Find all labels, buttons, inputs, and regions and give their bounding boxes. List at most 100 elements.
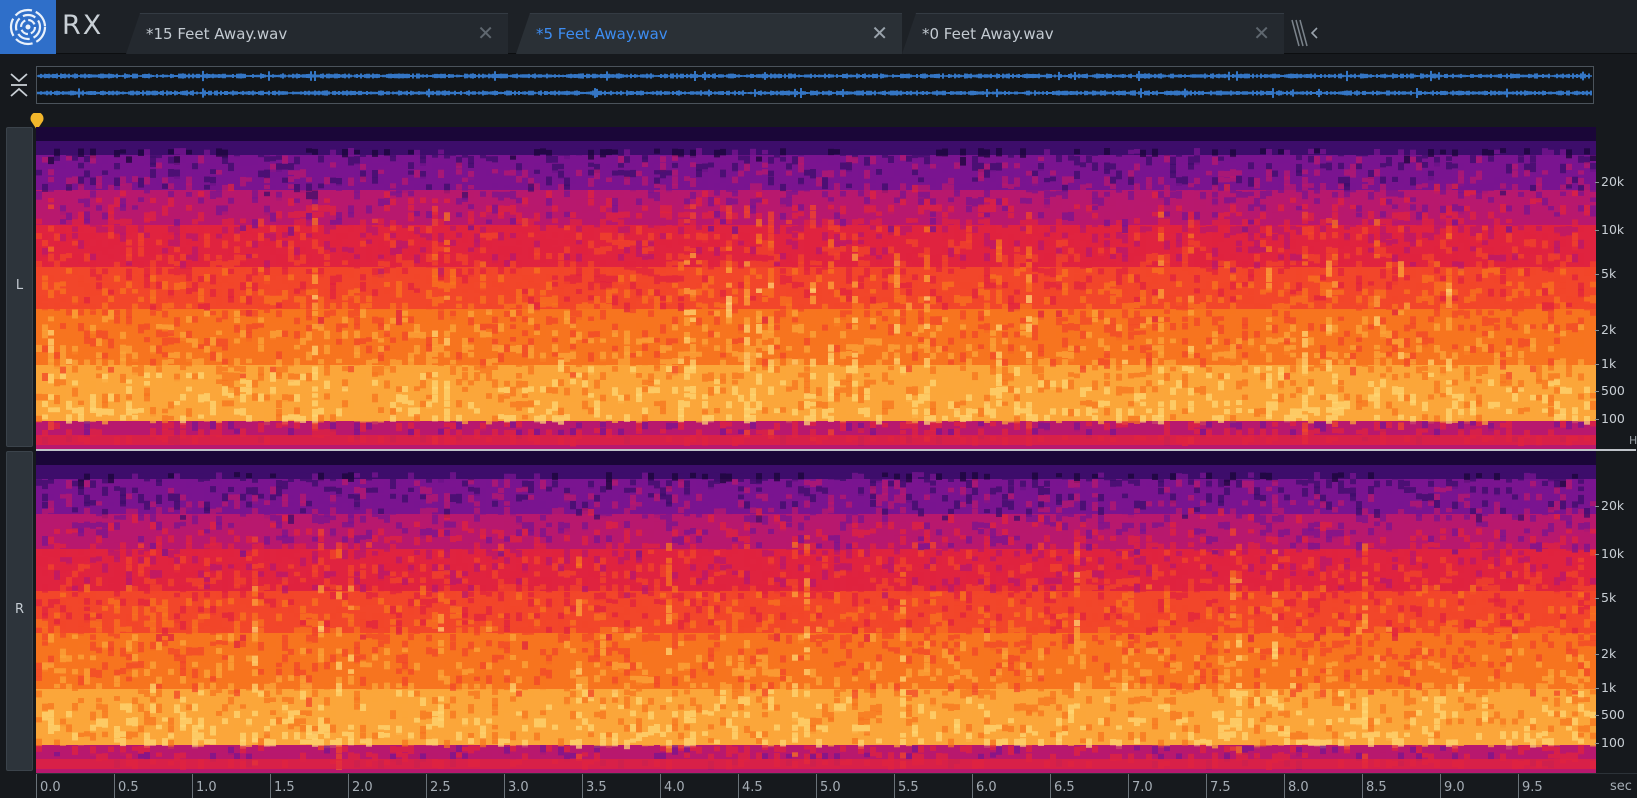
tab-5-feet-away[interactable]: *5 Feet Away.wav ✕ <box>516 13 902 54</box>
tab-0-feet-away[interactable]: *0 Feet Away.wav ✕ <box>902 13 1284 54</box>
spectrogram-cell <box>612 212 618 222</box>
spectrogram-cell <box>732 338 738 344</box>
spectrogram-cell <box>1224 288 1230 296</box>
spectrogram-cell <box>660 184 666 195</box>
tab-overflow-icon[interactable] <box>1290 18 1320 48</box>
spectrogram-cell <box>534 330 540 335</box>
spectrogram-cell <box>186 338 192 343</box>
spectrogram-cell <box>1224 309 1230 317</box>
spectrogram-cell <box>462 260 468 266</box>
spectrogram-cell <box>462 212 468 220</box>
spectrogram-cell <box>1026 163 1032 169</box>
spectrogram-cell <box>72 380 78 386</box>
spectrogram-cell <box>660 400 666 410</box>
spectrogram-cell <box>348 156 354 166</box>
spectrogram-cell <box>54 395 60 405</box>
spectrogram-cell <box>1044 358 1050 366</box>
spectrogram-cell <box>366 337 372 342</box>
spectrogram-cell <box>1068 379 1074 390</box>
spectrogram-cell <box>1092 345 1098 354</box>
spectrogram-cell <box>66 414 72 424</box>
tab-15-feet-away[interactable]: *15 Feet Away.wav ✕ <box>126 13 508 54</box>
channel-right-toggle[interactable]: R <box>6 451 33 771</box>
spectrogram-cell <box>600 184 606 190</box>
spectrogram-cell <box>846 373 852 382</box>
spectrogram-cell <box>222 386 228 396</box>
spectrogram-cell <box>1110 288 1116 295</box>
spectrogram-cell <box>246 400 252 406</box>
spectrogram-left-channel[interactable] <box>36 127 1596 449</box>
spectrogram-cell <box>918 148 924 158</box>
spectrogram-cell <box>846 359 852 367</box>
close-icon[interactable]: ✕ <box>477 21 494 45</box>
spectrogram-cell <box>288 176 294 182</box>
close-icon[interactable]: ✕ <box>1253 21 1270 45</box>
spectrogram-cell <box>510 386 516 397</box>
spectrogram-cell <box>624 176 630 185</box>
spectrogram-cell <box>780 156 786 162</box>
spectrogram-cell <box>1116 183 1122 193</box>
spectrogram-cell <box>402 386 408 393</box>
spectrogram-cell <box>516 176 522 183</box>
spectrogram-cell <box>36 303 42 308</box>
overview-waveform[interactable] <box>36 66 1594 104</box>
spectrogram-cell <box>936 162 942 169</box>
spectrogram-cell <box>666 170 672 176</box>
spectrogram-cell <box>468 352 474 358</box>
spectrogram-cell <box>414 274 420 280</box>
spectrogram-cell <box>612 345 618 352</box>
spectrogram-cell <box>894 373 900 383</box>
spectrogram-cell <box>1098 281 1104 290</box>
spectrogram-cell <box>414 211 420 217</box>
spectrogram-cell <box>108 191 114 200</box>
spectrogram-cell <box>264 184 270 190</box>
spectrogram-cell <box>1092 380 1098 391</box>
spectrogram-cell <box>492 310 498 317</box>
spectrogram-cell <box>816 288 822 295</box>
spectrogram-cell <box>696 197 702 207</box>
spectrogram-cell <box>708 421 714 429</box>
spectrogram-cell <box>492 232 498 239</box>
spectrogram-cell <box>1200 253 1206 260</box>
spectrogram-cell <box>168 156 174 164</box>
spectrogram-cell <box>390 225 396 231</box>
spectrogram-cell <box>1008 303 1014 312</box>
spectrogram-cell <box>588 316 594 321</box>
spectrogram-cell <box>972 240 978 250</box>
spectrogram-cell <box>924 247 930 256</box>
spectrogram-cell <box>240 330 246 339</box>
spectrogram-cell <box>48 289 54 299</box>
spectrogram-cell <box>1020 353 1026 358</box>
spectrogram-cell <box>306 351 312 361</box>
collapse-expand-icon[interactable] <box>8 70 30 100</box>
spectrogram-cell <box>444 163 450 170</box>
spectrogram-cell <box>594 197 600 208</box>
rx-logo-button[interactable] <box>0 0 56 54</box>
spectrogram-cell <box>762 373 768 382</box>
close-icon[interactable]: ✕ <box>871 21 888 45</box>
channel-left-toggle[interactable]: L <box>6 127 33 447</box>
spectrogram-cell <box>876 338 882 346</box>
spectrogram-cell <box>636 267 642 274</box>
spectrogram-cell <box>414 414 420 422</box>
spectrogram-cell <box>630 156 636 162</box>
spectrogram-cell <box>870 155 876 165</box>
spectrogram-cell <box>1020 183 1026 190</box>
spectrogram-cell <box>420 233 426 238</box>
spectrogram-cell <box>192 358 198 369</box>
spectrogram-cell <box>354 414 360 422</box>
spectrogram-cell <box>1134 190 1140 198</box>
spectrogram-cell <box>1002 386 1008 393</box>
spectrogram-cell <box>618 239 624 250</box>
spectrogram-cell <box>1140 401 1146 407</box>
spectrogram-cell <box>312 190 318 201</box>
spectrogram-cell <box>960 365 966 371</box>
spectrogram-cell <box>1056 162 1062 168</box>
spectrogram-cell <box>114 169 120 175</box>
spectrogram-cell <box>666 211 672 220</box>
spectrogram-cell <box>810 219 816 229</box>
spectrogram-cell <box>546 352 552 359</box>
spectrogram-cell <box>690 178 696 188</box>
spectrogram-cell <box>660 148 666 154</box>
spectrogram-cell <box>852 394 858 402</box>
